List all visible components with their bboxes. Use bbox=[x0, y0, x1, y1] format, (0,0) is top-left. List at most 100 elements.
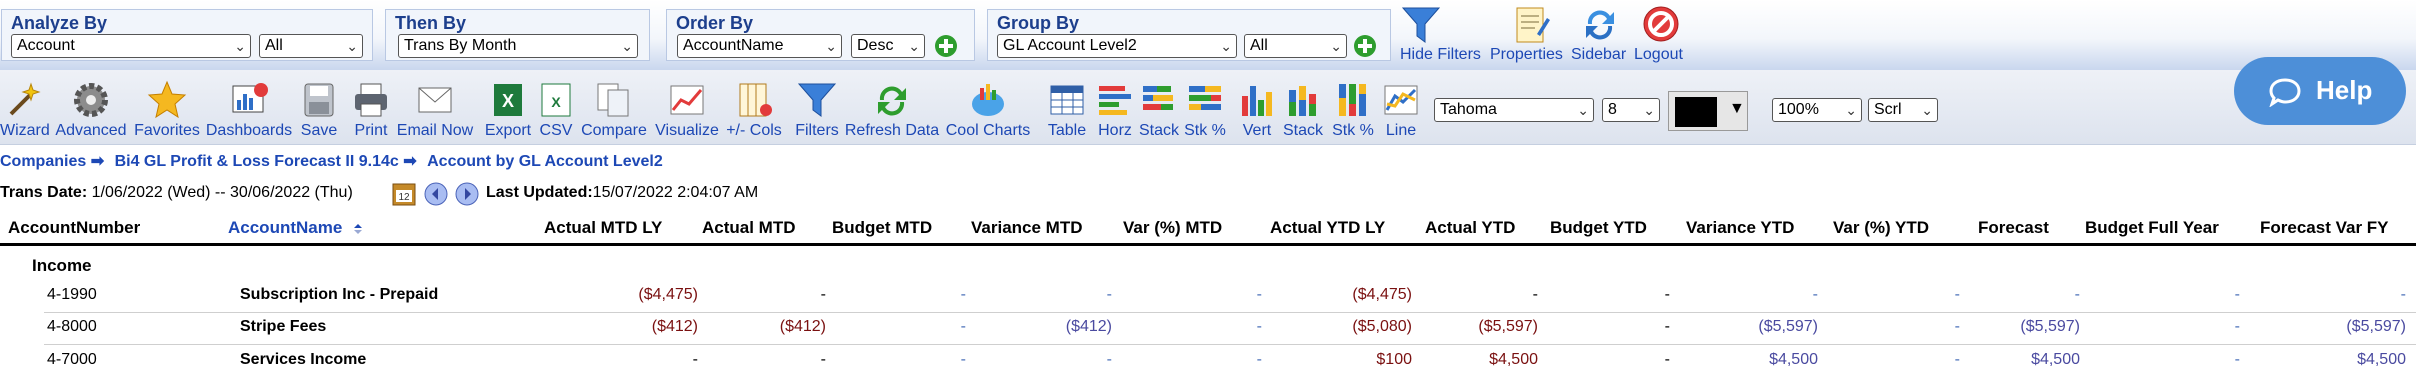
account-number: 4-8000 bbox=[47, 318, 97, 335]
advanced-button[interactable]: Advanced bbox=[54, 80, 128, 140]
compare-button[interactable]: Compare bbox=[578, 80, 650, 140]
save-button[interactable]: Save bbox=[296, 80, 342, 140]
csv-button[interactable]: X CSV bbox=[536, 80, 576, 140]
chevron-down-icon: ⌄ bbox=[1921, 102, 1933, 118]
table-cell: ($5,597) bbox=[2020, 318, 2080, 335]
hide-filters-button[interactable] bbox=[1398, 4, 1444, 51]
group-by-select[interactable]: GL Account Level2 ⌄ bbox=[997, 34, 1237, 58]
table-cell: - bbox=[960, 286, 966, 303]
properties-button[interactable] bbox=[1508, 4, 1554, 51]
col-actual-mtd-ly[interactable]: Actual MTD LY bbox=[544, 218, 662, 238]
visualize-button[interactable]: Visualize bbox=[652, 80, 722, 140]
export-button[interactable]: X Export bbox=[480, 80, 536, 140]
sidebar-label[interactable]: Sidebar bbox=[1571, 46, 1626, 64]
table-button[interactable]: Table bbox=[1044, 80, 1090, 140]
stack-percent-chart-button[interactable]: Stk % bbox=[1180, 80, 1230, 140]
font-value: Tahoma bbox=[1440, 101, 1497, 118]
stack-chart-button[interactable]: Stack bbox=[1136, 80, 1182, 140]
table-icon bbox=[1050, 85, 1084, 115]
hide-filters-label[interactable]: Hide Filters bbox=[1400, 46, 1481, 64]
col-budget-ytd[interactable]: Budget YTD bbox=[1550, 218, 1647, 238]
cloud-chart-icon bbox=[972, 84, 1004, 116]
sidebar-button[interactable] bbox=[1577, 4, 1623, 51]
favorites-button[interactable]: Favorites bbox=[130, 80, 204, 140]
account-name[interactable]: Services Income bbox=[240, 351, 366, 369]
color-picker[interactable]: ▼ bbox=[1668, 91, 1748, 131]
next-period-icon[interactable] bbox=[455, 182, 479, 206]
zoom-value: 100% bbox=[1778, 101, 1819, 118]
chevron-down-icon: ⌄ bbox=[346, 38, 358, 54]
email-icon bbox=[418, 87, 452, 113]
col-variance-ytd[interactable]: Variance YTD bbox=[1686, 218, 1794, 238]
trans-date-label: Trans Date: bbox=[0, 184, 88, 201]
breadcrumb-report[interactable]: Bi4 GL Profit & Loss Forecast II 9.14c bbox=[115, 153, 399, 170]
table-cell: - bbox=[2234, 351, 2240, 368]
email-now-label: Email Now bbox=[396, 122, 474, 139]
col-var-pct-ytd[interactable]: Var (%) YTD bbox=[1833, 218, 1929, 238]
col-forecast-var-fy[interactable]: Forecast Var FY bbox=[2260, 218, 2389, 238]
col-account-number[interactable]: AccountNumber bbox=[8, 218, 140, 238]
breadcrumb-view[interactable]: Account by GL Account Level2 bbox=[427, 153, 663, 170]
refresh-data-button[interactable]: Refresh Data bbox=[842, 80, 942, 140]
breadcrumb-companies[interactable]: Companies bbox=[0, 153, 86, 170]
vert-stack-percent-chart-button[interactable]: Stk % bbox=[1328, 80, 1378, 140]
col-var-pct-mtd[interactable]: Var (%) MTD bbox=[1123, 218, 1222, 238]
email-now-button[interactable]: Email Now bbox=[394, 80, 476, 140]
filters-button[interactable]: Filters bbox=[790, 80, 844, 140]
logout-button[interactable] bbox=[1638, 4, 1684, 51]
previous-period-icon[interactable] bbox=[424, 182, 448, 206]
col-actual-ytd-ly[interactable]: Actual YTD LY bbox=[1270, 218, 1385, 238]
col-variance-mtd[interactable]: Variance MTD bbox=[971, 218, 1083, 238]
vert-stk-percent-label: Stk % bbox=[1332, 122, 1374, 139]
add-group-plus-icon[interactable] bbox=[1353, 34, 1377, 58]
vert-stack-chart-button[interactable]: Stack bbox=[1278, 80, 1328, 140]
chevron-down-icon: ⌄ bbox=[1577, 102, 1589, 118]
col-budget-full-year[interactable]: Budget Full Year bbox=[2085, 218, 2219, 238]
zoom-select[interactable]: 100% ⌄ bbox=[1772, 98, 1862, 122]
line-chart-button[interactable]: Line bbox=[1378, 80, 1424, 140]
order-by-select[interactable]: AccountName ⌄ bbox=[677, 34, 842, 58]
compare-icon bbox=[597, 83, 629, 117]
header-divider bbox=[0, 243, 2416, 246]
help-button[interactable]: Help bbox=[2234, 57, 2406, 125]
logout-label[interactable]: Logout bbox=[1634, 46, 1683, 64]
last-updated: Last Updated:15/07/2022 2:04:07 AM bbox=[486, 184, 758, 202]
cool-charts-button[interactable]: Cool Charts bbox=[942, 80, 1034, 140]
properties-label[interactable]: Properties bbox=[1490, 46, 1563, 64]
then-by-select[interactable]: Trans By Month ⌄ bbox=[398, 34, 638, 58]
vertical-stack-percent-icon bbox=[1339, 84, 1366, 116]
dashboards-label: Dashboards bbox=[205, 122, 293, 139]
col-actual-mtd[interactable]: Actual MTD bbox=[702, 218, 796, 238]
cols-button[interactable]: +/- Cols bbox=[722, 80, 786, 140]
calendar-icon[interactable]: 12 bbox=[392, 182, 416, 206]
order-direction-select[interactable]: Desc ⌄ bbox=[851, 34, 925, 58]
scroll-mode-select[interactable]: Scrl ⌄ bbox=[1868, 98, 1938, 122]
arrow-icon: ➡ bbox=[90, 153, 105, 170]
wizard-button[interactable]: Wizard bbox=[0, 80, 50, 140]
account-name[interactable]: Stripe Fees bbox=[240, 318, 326, 336]
account-number: 4-1990 bbox=[47, 286, 97, 303]
group-by-value-select[interactable]: All ⌄ bbox=[1244, 34, 1347, 58]
favorites-label: Favorites bbox=[134, 122, 200, 139]
table-cell: ($5,597) bbox=[1478, 318, 1538, 335]
font-size-value: 8 bbox=[1608, 101, 1617, 118]
trans-date-row: Trans Date: 1/06/2022 (Wed) -- 30/06/202… bbox=[0, 184, 353, 202]
analyze-by-value-select[interactable]: All ⌄ bbox=[259, 34, 363, 58]
print-button[interactable]: Print bbox=[348, 80, 394, 140]
font-select[interactable]: Tahoma ⌄ bbox=[1434, 98, 1594, 122]
row-divider bbox=[44, 312, 2416, 313]
font-size-select[interactable]: 8 ⌄ bbox=[1602, 98, 1660, 122]
col-budget-mtd[interactable]: Budget MTD bbox=[832, 218, 932, 238]
account-name[interactable]: Subscription Inc - Prepaid bbox=[240, 286, 438, 304]
vert-chart-button[interactable]: Vert bbox=[1234, 80, 1280, 140]
dashboards-button[interactable]: Dashboards bbox=[204, 80, 294, 140]
group-by-value-text: All bbox=[1250, 37, 1268, 54]
col-actual-ytd[interactable]: Actual YTD bbox=[1425, 218, 1515, 238]
add-order-plus-icon[interactable] bbox=[934, 34, 958, 58]
col-account-name[interactable]: AccountName bbox=[228, 218, 342, 238]
table-cell: - bbox=[1256, 286, 1262, 303]
horz-chart-button[interactable]: Horz bbox=[1092, 80, 1138, 140]
analyze-by-field-select[interactable]: Account ⌄ bbox=[11, 34, 251, 58]
account-number: 4-7000 bbox=[47, 351, 97, 368]
col-forecast[interactable]: Forecast bbox=[1978, 218, 2049, 238]
